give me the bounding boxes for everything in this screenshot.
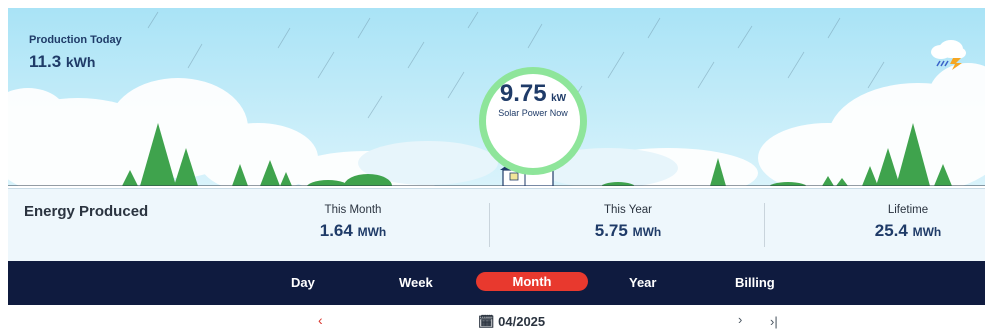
cloud-rain-lightning-icon: [931, 40, 966, 70]
this-month-stat: This Month 1.64 MWh: [278, 204, 428, 241]
lifetime-unit: MWh: [912, 225, 942, 239]
date-pager: ‹ 🗓 04/2025 › ›|: [8, 305, 985, 331]
solar-hero-panel: Production Today 11.3 kWh 9.75 kW Solar …: [8, 8, 985, 186]
tab-day[interactable]: Day: [291, 275, 315, 290]
previous-period-button[interactable]: ‹: [318, 312, 323, 328]
this-year-stat: This Year 5.75 MWh: [553, 204, 703, 241]
this-month-label: This Month: [324, 204, 382, 216]
this-year-label: This Year: [604, 204, 652, 216]
tab-week[interactable]: Week: [399, 275, 433, 290]
solar-now-number: 9.75: [499, 80, 547, 107]
this-year-unit: MWh: [632, 225, 662, 239]
production-today-label: Production Today: [29, 34, 122, 46]
tab-year[interactable]: Year: [629, 275, 656, 290]
production-today-unit: kWh: [65, 54, 96, 70]
tab-billing[interactable]: Billing: [735, 275, 775, 290]
stat-divider: [764, 203, 765, 247]
this-month-unit: MWh: [357, 225, 387, 239]
period-tab-bar: Day Week Month Year Billing: [8, 261, 985, 305]
solar-now-value: 9.75 kW: [474, 80, 592, 108]
date-picker[interactable]: 🗓 04/2025: [478, 314, 545, 330]
this-year-value: 5.75 MWh: [553, 221, 703, 241]
solar-now-label: Solar Power Now: [498, 108, 568, 118]
calendar-icon: 🗓: [478, 314, 495, 329]
production-today-value: 11.3 kWh: [29, 52, 95, 72]
this-year-number: 5.75: [594, 221, 628, 240]
energy-produced-title: Energy Produced: [24, 203, 149, 220]
this-month-number: 1.64: [319, 221, 353, 240]
tab-month[interactable]: Month: [476, 272, 588, 291]
energy-produced-panel: Energy Produced This Month 1.64 MWh This…: [8, 188, 985, 261]
this-month-value: 1.64 MWh: [278, 221, 428, 241]
stat-divider: [489, 203, 490, 247]
lifetime-stat: Lifetime 25.4 MWh: [833, 204, 983, 241]
latest-period-button[interactable]: ›|: [770, 314, 778, 329]
lifetime-label: Lifetime: [887, 204, 929, 216]
next-period-button[interactable]: ›: [738, 312, 742, 327]
solar-now-unit: kW: [551, 93, 567, 104]
lifetime-number: 25.4: [874, 221, 908, 240]
current-period: 04/2025: [498, 314, 546, 329]
production-today-number: 11.3: [29, 52, 62, 71]
lifetime-value: 25.4 MWh: [833, 221, 983, 241]
